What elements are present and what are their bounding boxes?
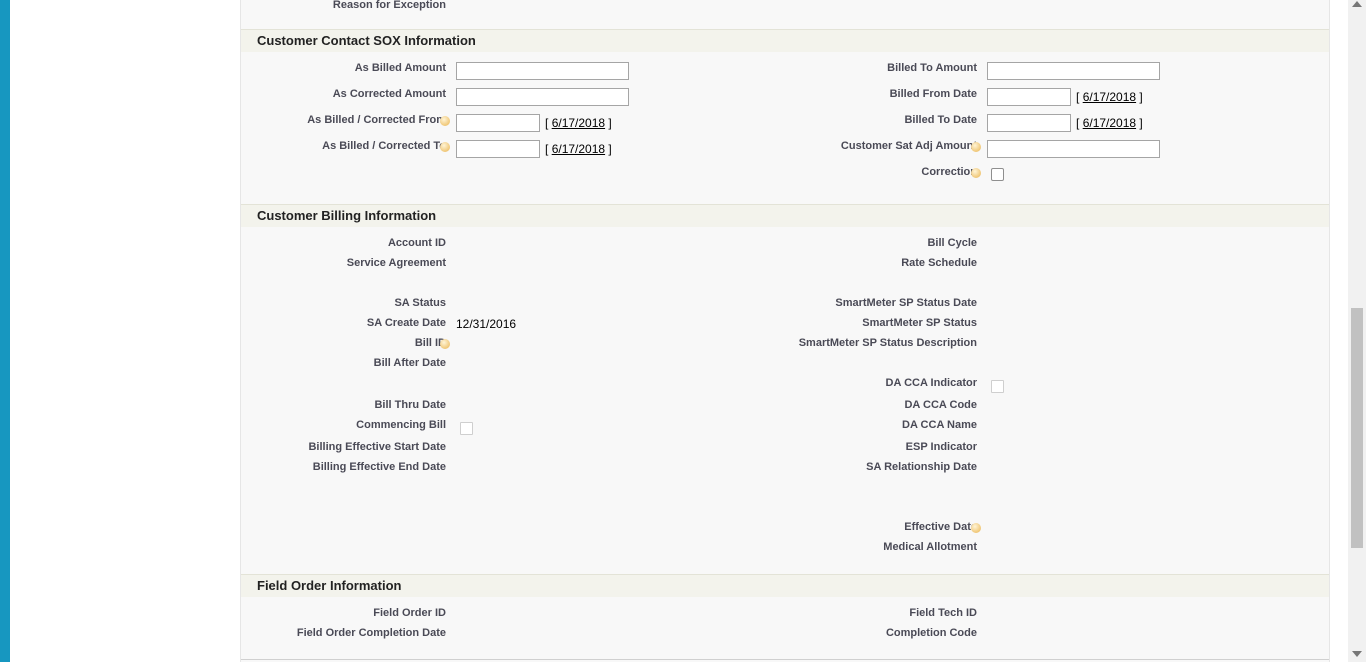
scroll-up-arrow-icon[interactable] — [1352, 1, 1362, 7]
as-billed-corrected-to-input[interactable] — [456, 140, 540, 158]
help-info-icon[interactable] — [440, 339, 450, 349]
bill-cycle-label: Bill Cycle — [927, 237, 977, 249]
section-title: Customer Billing Information — [257, 208, 437, 223]
commencing-bill-label: Commencing Bill — [356, 419, 446, 431]
smartmeter-sp-status-date-label: SmartMeter SP Status Date — [835, 297, 977, 309]
as-billed-amount-label: As Billed Amount — [354, 62, 446, 74]
bill-thru-date-label: Bill Thru Date — [374, 399, 446, 411]
sa-status-label: SA Status — [394, 297, 446, 309]
billed-to-amount-label: Billed To Amount — [887, 62, 977, 74]
today-date-link[interactable]: 6/17/2018 — [1083, 116, 1136, 130]
sa-create-date-value: 12/31/2016 — [456, 317, 517, 331]
billed-from-date-label: Billed From Date — [889, 88, 977, 100]
today-date-link[interactable]: 6/17/2018 — [552, 116, 605, 130]
da-cca-name-label: DA CCA Name — [902, 419, 977, 431]
customer-sat-adj-amount-input[interactable] — [987, 140, 1160, 158]
as-corrected-amount-label: As Corrected Amount — [332, 88, 446, 100]
smartmeter-sp-status-description-label: SmartMeter SP Status Description — [798, 337, 977, 349]
billed-from-date-input[interactable] — [987, 88, 1071, 106]
customer-sat-adj-amount-label: Customer Sat Adj Amount — [840, 140, 977, 152]
field-order-id-label: Field Order ID — [373, 607, 446, 619]
medical-allotment-label: Medical Allotment — [883, 541, 977, 553]
record-detail-panel: Reason for Exception Customer Contact SO… — [240, 0, 1330, 662]
date-shortcut-from: [ 6/17/2018 ] — [545, 116, 612, 130]
section-title: Customer Contact SOX Information — [257, 33, 476, 48]
as-billed-corrected-from-input[interactable] — [456, 114, 540, 132]
smartmeter-sp-status-label: SmartMeter SP Status — [862, 317, 977, 329]
field-tech-id-label: Field Tech ID — [909, 607, 977, 619]
section-header-sox: Customer Contact SOX Information — [241, 29, 1329, 52]
help-info-icon[interactable] — [440, 116, 450, 126]
effective-date-label: Effective Date — [904, 521, 977, 533]
section-title: Field Order Information — [257, 578, 402, 593]
today-date-link[interactable]: 6/17/2018 — [552, 142, 605, 156]
panel-bottom-border — [241, 659, 1329, 660]
as-billed-corrected-to-label: As Billed / Corrected To — [322, 140, 446, 152]
sa-create-date-label: SA Create Date — [366, 317, 446, 329]
da-cca-code-label: DA CCA Code — [904, 399, 977, 411]
rate-schedule-label: Rate Schedule — [901, 257, 977, 269]
help-info-icon[interactable] — [440, 142, 450, 152]
account-id-label: Account ID — [387, 237, 446, 249]
field-order-completion-date-label: Field Order Completion Date — [296, 627, 446, 639]
date-shortcut-billed-to: [ 6/17/2018 ] — [1076, 116, 1143, 130]
da-cca-indicator-label: DA CCA Indicator — [885, 377, 977, 389]
sa-relationship-date-label: SA Relationship Date — [866, 461, 977, 473]
scroll-down-arrow-icon[interactable] — [1352, 651, 1362, 657]
today-date-link[interactable]: 6/17/2018 — [1083, 90, 1136, 104]
help-info-icon[interactable] — [971, 523, 981, 533]
help-info-icon[interactable] — [971, 168, 981, 178]
help-info-icon[interactable] — [971, 142, 981, 152]
date-shortcut-billed-from: [ 6/17/2018 ] — [1076, 90, 1143, 104]
billing-effective-end-date-label: Billing Effective End Date — [312, 461, 446, 473]
billing-effective-start-date-label: Billing Effective Start Date — [308, 441, 446, 453]
date-shortcut-to: [ 6/17/2018 ] — [545, 142, 612, 156]
commencing-bill-checkbox — [460, 422, 473, 435]
bill-after-date-label: Bill After Date — [373, 357, 446, 369]
as-billed-amount-input[interactable] — [456, 62, 629, 80]
section-header-billing: Customer Billing Information — [241, 204, 1329, 227]
page-background: Reason for Exception Customer Contact SO… — [10, 0, 1348, 662]
reason-for-exception-label: Reason for Exception — [332, 0, 446, 11]
completion-code-label: Completion Code — [885, 627, 977, 639]
as-billed-corrected-from-label: As Billed / Corrected From — [307, 114, 446, 126]
esp-indicator-label: ESP Indicator — [905, 441, 977, 453]
section-header-field-order: Field Order Information — [241, 574, 1329, 597]
billed-to-date-label: Billed To Date — [904, 114, 977, 126]
scrollbar-thumb[interactable] — [1351, 308, 1363, 548]
correction-checkbox[interactable] — [991, 168, 1004, 181]
billed-to-date-input[interactable] — [987, 114, 1071, 132]
correction-label: Correction — [921, 166, 977, 178]
billed-to-amount-input[interactable] — [987, 62, 1160, 80]
as-corrected-amount-input[interactable] — [456, 88, 629, 106]
service-agreement-label: Service Agreement — [346, 257, 446, 269]
da-cca-indicator-checkbox — [991, 380, 1004, 393]
